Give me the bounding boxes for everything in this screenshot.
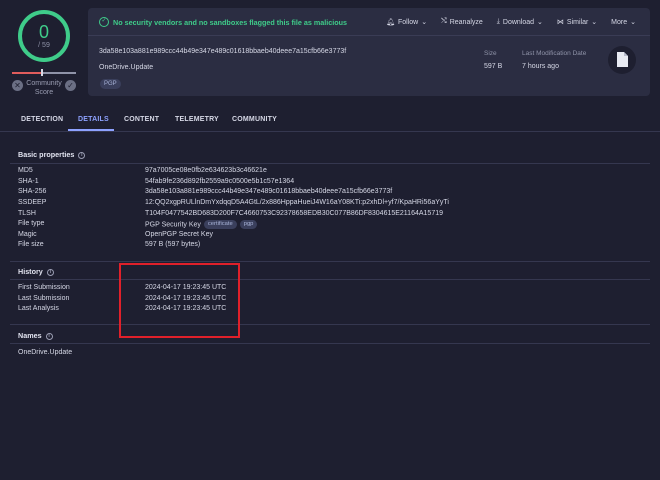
history-key: First Submission	[18, 284, 70, 291]
file-type-value: PGP Security Key	[145, 221, 201, 229]
community-score-label: Community Score	[26, 80, 62, 96]
detection-count: 0	[38, 22, 49, 42]
info-icon[interactable]: i	[78, 151, 86, 159]
detection-score-widget: 0 / 59 ✕ Community Score ✓	[10, 8, 78, 100]
history-row-last-submission: Last Submission 2024-04-17 19:23:45 UTC	[18, 295, 638, 305]
basic-properties-title: Basic properties	[18, 150, 75, 159]
property-row-sha1: SHA-1 54fab9fe236d892fb2559a9c0500e5b1c57…	[18, 178, 638, 188]
divider	[10, 261, 650, 262]
info-icon[interactable]: i	[46, 268, 54, 276]
property-value: 12:QQ2xgpRULlnDmYxdqqD5A4GtL/2x886HppaHu…	[145, 199, 449, 206]
size-value: 597 B	[484, 63, 503, 70]
tab-community[interactable]: COMMUNITY	[232, 116, 277, 123]
document-icon	[608, 46, 636, 74]
tab-detection[interactable]: DETECTION	[21, 116, 63, 123]
chevron-down-icon: ⌄	[630, 19, 636, 26]
download-label: Download	[502, 18, 535, 26]
follow-button[interactable]: 🔔︎ Follow ⌄	[386, 18, 428, 27]
history-heading: History i	[18, 267, 54, 276]
names-title: Names	[18, 331, 42, 340]
history-row-first-submission: First Submission 2024-04-17 19:23:45 UTC	[18, 284, 638, 294]
similar-button[interactable]: ⋈ Similar ⌄	[556, 18, 598, 27]
similar-icon: ⋈	[556, 19, 564, 26]
more-label: More	[611, 18, 628, 26]
verdict-banner: ✓ No security vendors and no sandboxes f…	[88, 8, 650, 36]
divider	[10, 343, 650, 344]
close-icon[interactable]: ✕	[12, 80, 23, 91]
tag-pgp[interactable]: pgp	[239, 220, 258, 229]
detection-score-ring: 0 / 59	[18, 10, 70, 62]
detection-total: / 59	[38, 42, 50, 49]
property-key: TLSH	[18, 210, 36, 217]
similar-label: Similar	[566, 18, 589, 26]
action-bar: 🔔︎ Follow ⌄ ⤭ Reanalyze ⤓ Download ⌄ ⋈ S…	[386, 18, 636, 26]
tab-telemetry[interactable]: TELEMETRY	[175, 116, 219, 123]
verdict-message: No security vendors and no sandboxes fla…	[113, 18, 348, 27]
property-value: 3da58e103a881e989ccc44b49e347e489c01618b…	[145, 188, 393, 195]
last-modification-value: 7 hours ago	[522, 63, 559, 70]
file-name: OneDrive.Update	[99, 64, 154, 71]
property-key: SHA-256	[18, 188, 47, 195]
info-icon[interactable]: i	[45, 332, 53, 340]
active-tab-indicator	[68, 129, 114, 131]
name-value: OneDrive.Update	[18, 349, 73, 356]
last-modification-label: Last Modification Date	[522, 50, 587, 57]
community-score-bar	[12, 72, 76, 74]
property-row-file-size: File size 597 B (597 bytes)	[18, 241, 638, 251]
bell-icon: 🔔︎	[386, 19, 395, 26]
reanalyze-button[interactable]: ⤭ Reanalyze	[441, 18, 483, 26]
property-row-ssdeep: SSDEEP 12:QQ2xgpRULlnDmYxdqqD5A4GtL/2x886…	[18, 199, 638, 209]
tag-certificate[interactable]: certificate	[203, 220, 237, 229]
basic-properties-heading: Basic properties i	[18, 150, 86, 159]
property-key: SHA-1	[18, 178, 39, 185]
check-icon[interactable]: ✓	[65, 80, 76, 91]
history-title: History	[18, 267, 43, 276]
property-key: Magic	[18, 231, 37, 238]
property-key: SSDEEP	[18, 199, 47, 206]
property-value: 597 B (597 bytes)	[145, 241, 201, 248]
more-button[interactable]: More ⌄	[611, 18, 636, 27]
property-row-file-type: File type PGP Security Key certificate pgp	[18, 220, 638, 230]
property-value: T104F0477542BD683D200F7C4660753C92378658…	[145, 210, 443, 217]
file-sha256: 3da58e103a881e989ccc44b49e347e489c01618b…	[99, 48, 347, 55]
tab-details[interactable]: DETAILS	[78, 116, 109, 123]
tab-content[interactable]: CONTENT	[124, 116, 159, 123]
property-key: MD5	[18, 167, 33, 174]
file-size-block: Size 597 B	[484, 50, 502, 70]
reanalyze-label: Reanalyze	[449, 18, 483, 26]
download-button[interactable]: ⤓ Download ⌄	[497, 18, 543, 26]
file-tag[interactable]: PGP	[100, 79, 121, 89]
history-key: Last Analysis	[18, 305, 59, 312]
divider	[10, 279, 650, 280]
property-value: PGP Security Key certificate pgp	[145, 220, 258, 229]
chevron-down-icon: ⌄	[591, 19, 598, 26]
property-row-tlsh: TLSH T104F0477542BD683D200F7C4660753C9237…	[18, 210, 638, 220]
last-modification-block: Last Modification Date 7 hours ago	[522, 50, 586, 70]
file-header-card: ✓ No security vendors and no sandboxes f…	[88, 8, 650, 96]
property-value: OpenPGP Secret Key	[145, 231, 213, 238]
size-label: Size	[484, 50, 497, 57]
check-circle-icon: ✓	[99, 17, 109, 27]
property-key: File size	[18, 241, 44, 248]
names-heading: Names i	[18, 331, 53, 340]
history-key: Last Submission	[18, 295, 70, 302]
property-key: File type	[18, 220, 45, 227]
download-icon: ⤓	[496, 18, 500, 25]
property-value: 54fab9fe236d892fb2559a9c0500e5b1c57e1364	[145, 178, 295, 185]
divider	[10, 163, 650, 164]
property-row-md5: MD5 97a7005ce08e0fb2e634623b3c46621e	[18, 167, 638, 177]
divider	[10, 324, 650, 325]
history-row-last-analysis: Last Analysis 2024-04-17 19:23:45 UTC	[18, 305, 638, 315]
highlight-annotation-box	[119, 263, 240, 338]
chevron-down-icon: ⌄	[537, 19, 543, 26]
community-score-marker	[41, 69, 43, 76]
follow-label: Follow	[397, 18, 419, 26]
chevron-down-icon: ⌄	[421, 19, 428, 26]
reanalyze-icon: ⤭	[441, 18, 447, 25]
property-value: 97a7005ce08e0fb2e634623b3c46621e	[145, 167, 267, 174]
property-row-magic: Magic OpenPGP Secret Key	[18, 231, 638, 241]
property-row-sha256: SHA-256 3da58e103a881e989ccc44b49e347e489…	[18, 188, 638, 198]
